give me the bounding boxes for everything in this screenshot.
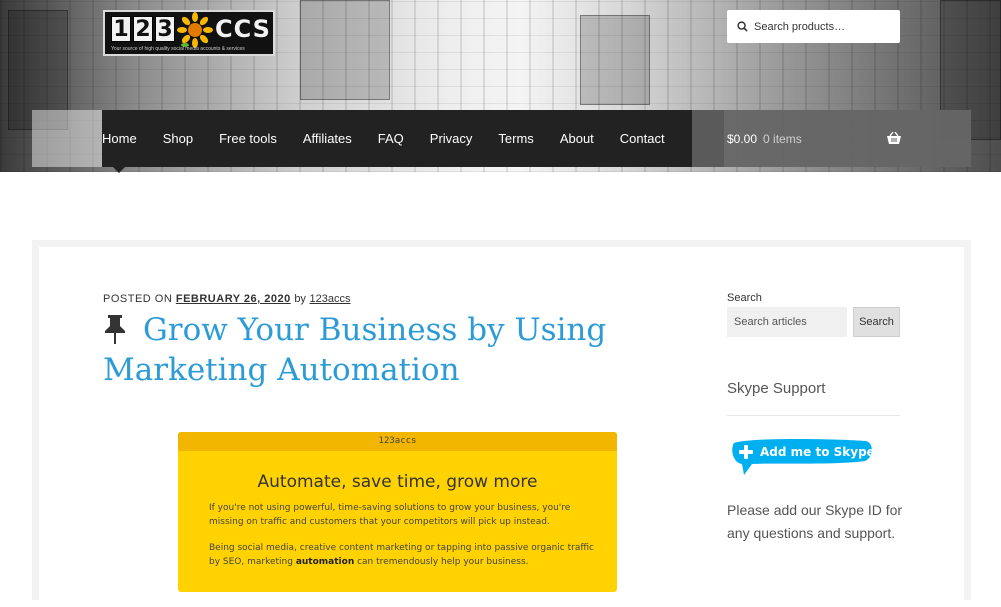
logo-tagline: Your source of high quality social media… [111, 46, 245, 52]
promo-label: 123accs [178, 432, 617, 451]
post-date-link[interactable]: FEBRUARY 26, 2020 [176, 293, 291, 305]
active-nav-indicator [113, 167, 125, 173]
basket-icon [887, 132, 901, 144]
search-icon [737, 21, 748, 32]
cart-summary[interactable]: $0.00 0 items [692, 110, 971, 167]
cart-count: 0 items [763, 131, 802, 146]
promo-image: 123accs Automate, save time, grow more I… [178, 432, 617, 592]
post-title-link[interactable]: Grow Your Business by Using Marketing Au… [103, 310, 623, 390]
product-search-input[interactable] [754, 20, 894, 33]
post-meta: POSTED ON FEBRUARY 26, 2020 by 123accs [103, 293, 350, 305]
primary-menu: Home Shop Free tools Affiliates FAQ Priv… [102, 110, 691, 167]
site-logo[interactable]: 1 2 3 CCS Your source of high quality so… [103, 10, 275, 56]
nav-item-faq[interactable]: FAQ [378, 131, 404, 146]
sidebar-divider [727, 415, 900, 416]
nav-item-contact[interactable]: Contact [620, 131, 665, 146]
promo-heading: Automate, save time, grow more [257, 472, 538, 492]
nav-item-shop[interactable]: Shop [163, 131, 193, 146]
nav-item-terms[interactable]: Terms [498, 131, 533, 146]
sidebar-search-button[interactable]: Search [853, 307, 900, 337]
skype-badge-label: Add me to Skype [760, 445, 875, 459]
sidebar-search-input[interactable] [727, 307, 847, 337]
posted-on-label: POSTED ON [103, 293, 173, 305]
header-illustration [580, 15, 650, 105]
product-search[interactable] [727, 10, 900, 43]
by-label: by [294, 293, 306, 305]
add-to-skype-button[interactable]: Add me to Skype [730, 437, 875, 477]
logo-digit: 3 [155, 16, 175, 42]
post-author-link[interactable]: 123accs [310, 293, 351, 305]
nav-item-privacy[interactable]: Privacy [430, 131, 473, 146]
logo-digit: 2 [133, 16, 153, 42]
nav-item-home[interactable]: Home [102, 131, 137, 146]
sunflower-icon [177, 12, 213, 48]
nav-item-affiliates[interactable]: Affiliates [303, 131, 352, 146]
logo-digit: 1 [111, 16, 131, 42]
promo-emphasis: automation [295, 557, 355, 567]
promo-paragraph: Being social media, creative content mar… [209, 541, 594, 569]
nav-item-about[interactable]: About [560, 131, 594, 146]
skype-support-heading: Skype Support [727, 380, 826, 397]
promo-paragraph: If you're not using powerful, time-savin… [209, 503, 571, 527]
promo-text: can tremendously help your business. [354, 557, 529, 567]
sidebar-search-label: Search [727, 292, 762, 304]
logo-text: CCS [215, 15, 271, 43]
skype-support-note: Please add our Skype ID for any question… [727, 502, 903, 541]
header-illustration [300, 0, 390, 100]
nav-item-free-tools[interactable]: Free tools [219, 131, 277, 146]
cart-amount: $0.00 [727, 131, 758, 146]
